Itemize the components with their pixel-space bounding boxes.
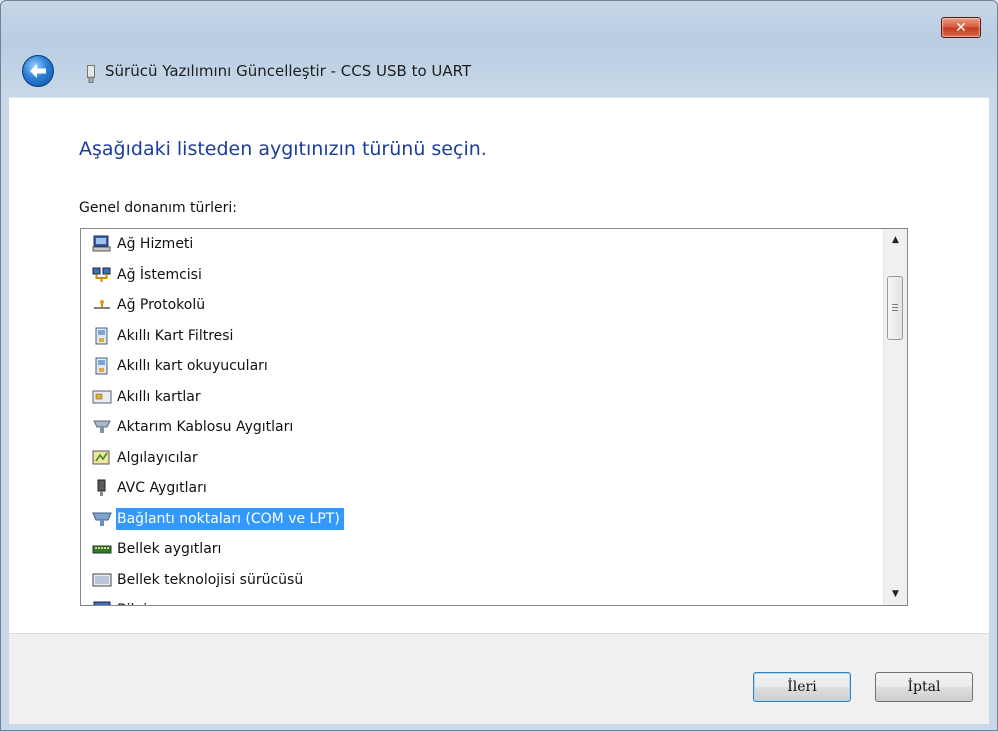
wizard-content: Aşağıdaki listeden aygıtınızın türünü se… bbox=[9, 97, 989, 634]
close-button[interactable]: ✕ bbox=[941, 17, 981, 38]
back-arrow-icon bbox=[30, 64, 46, 78]
list-item-label: Akıllı kart okuyucuları bbox=[117, 358, 268, 375]
next-button[interactable]: İleri bbox=[753, 672, 851, 702]
cancel-button[interactable]: İptal bbox=[875, 672, 973, 702]
list-item[interactable]: Bağlantı noktaları (COM ve LPT) bbox=[81, 504, 871, 535]
page-instruction: Aşağıdaki listeden aygıtınızın türünü se… bbox=[79, 138, 487, 160]
list-item-label: Aktarım Kablosu Aygıtları bbox=[117, 419, 294, 436]
list-item-label: Ağ Protokolü bbox=[117, 297, 206, 314]
list-item[interactable]: Akıllı kartlar bbox=[81, 382, 871, 413]
memory-technology-icon bbox=[91, 570, 113, 590]
smart-card-filter-icon bbox=[91, 326, 113, 346]
list-item[interactable]: Aktarım Kablosu Aygıtları bbox=[81, 412, 871, 443]
list-item-label: AVC Aygıtları bbox=[117, 480, 207, 497]
list-item[interactable]: Bilgisayar bbox=[81, 595, 871, 605]
list-item-label: Ağ Hizmeti bbox=[117, 236, 194, 253]
sensor-icon bbox=[91, 448, 113, 468]
avc-device-icon bbox=[91, 478, 113, 498]
list-item[interactable]: Akıllı kart okuyucuları bbox=[81, 351, 871, 382]
smart-card-icon bbox=[91, 387, 113, 407]
transfer-cable-icon bbox=[91, 417, 113, 437]
hardware-type-listbox[interactable]: Ağ Hizmeti Ağ İstemcisi Ağ Protokolü Akıllı… bbox=[80, 228, 908, 606]
list-item-label: Bellek aygıtları bbox=[117, 541, 222, 558]
usb-device-icon bbox=[87, 65, 95, 83]
hardware-type-list: Ağ Hizmeti Ağ İstemcisi Ağ Protokolü Akıllı… bbox=[81, 229, 871, 605]
network-protocol-icon bbox=[91, 295, 113, 315]
smart-card-reader-icon bbox=[91, 356, 113, 376]
list-item-label: Akıllı kartlar bbox=[117, 388, 201, 405]
scroll-thumb[interactable] bbox=[887, 276, 903, 340]
wizard-title: Sürücü Yazılımını Güncelleştir - CCS USB… bbox=[105, 62, 472, 80]
wizard-header: Sürücü Yazılımını Güncelleştir - CCS USB… bbox=[9, 51, 989, 97]
scroll-down-button[interactable]: ▼ bbox=[884, 583, 907, 605]
scroll-up-icon: ▲ bbox=[892, 235, 899, 245]
list-item-label: Bilgisayar bbox=[116, 599, 190, 605]
list-item-label: Ağ İstemcisi bbox=[117, 266, 202, 283]
list-item-label: Akıllı Kart Filtresi bbox=[117, 327, 234, 344]
scroll-down-icon: ▼ bbox=[892, 589, 899, 599]
hardware-types-label: Genel donanım türleri: bbox=[79, 200, 238, 216]
back-button[interactable] bbox=[22, 55, 54, 87]
list-item[interactable]: AVC Aygıtları bbox=[81, 473, 871, 504]
list-item[interactable]: Akıllı Kart Filtresi bbox=[81, 321, 871, 352]
grip-icon bbox=[892, 303, 898, 313]
scroll-up-button[interactable]: ▲ bbox=[884, 229, 907, 251]
list-item[interactable]: Bellek aygıtları bbox=[81, 534, 871, 565]
list-item-label: Bellek teknolojisi sürücüsü bbox=[117, 571, 304, 588]
list-item[interactable]: Ağ İstemcisi bbox=[81, 260, 871, 291]
port-icon bbox=[91, 509, 113, 529]
network-client-icon bbox=[91, 265, 113, 285]
list-item[interactable]: Ağ Protokolü bbox=[81, 290, 871, 321]
network-service-icon bbox=[91, 234, 113, 254]
wizard-footer: İleri İptal bbox=[9, 633, 989, 724]
wizard-window: ✕ Sürücü Yazılımını Güncelleştir - CCS U… bbox=[0, 0, 998, 731]
memory-device-icon bbox=[91, 539, 113, 559]
list-item-label: Algılayıcılar bbox=[117, 449, 198, 466]
list-item-label: Bağlantı noktaları (COM ve LPT) bbox=[116, 507, 344, 530]
computer-icon bbox=[91, 600, 113, 605]
list-item[interactable]: Ağ Hizmeti bbox=[81, 229, 871, 260]
close-icon: ✕ bbox=[955, 19, 967, 36]
list-item[interactable]: Algılayıcılar bbox=[81, 443, 871, 474]
vertical-scrollbar[interactable]: ▲ ▼ bbox=[883, 229, 907, 605]
list-item[interactable]: Bellek teknolojisi sürücüsü bbox=[81, 565, 871, 596]
